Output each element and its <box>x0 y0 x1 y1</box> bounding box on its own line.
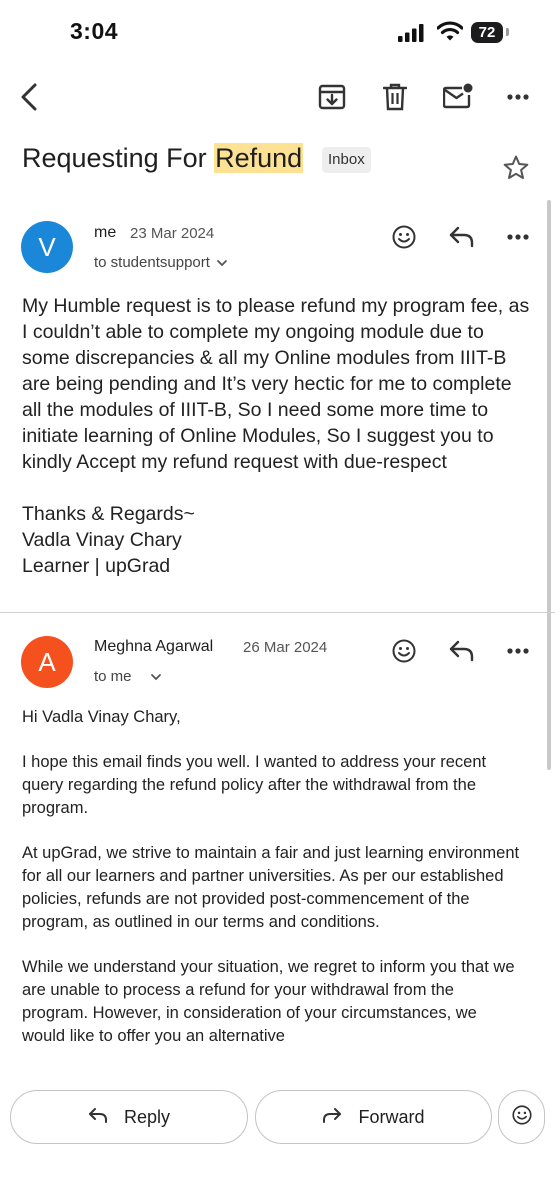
chevron-down-icon <box>150 668 162 686</box>
message-date: 23 Mar 2024 <box>130 225 215 242</box>
email-subject: Requesting For Refund <box>22 143 304 174</box>
avatar[interactable]: A <box>21 636 73 688</box>
scrollbar[interactable] <box>547 200 551 770</box>
forward-icon <box>322 1107 342 1128</box>
emoji-icon[interactable] <box>392 225 416 249</box>
battery-cap <box>506 28 509 36</box>
subject-text: Requesting For <box>22 143 215 173</box>
reply-icon[interactable] <box>449 640 475 662</box>
reply-label: Reply <box>123 1106 171 1127</box>
message-paragraph: I hope this email finds you well. I want… <box>22 753 487 817</box>
archive-icon[interactable] <box>318 84 346 110</box>
recipient-text: to studentsupport <box>94 254 210 272</box>
sender-name: me <box>94 224 117 241</box>
status-time: 3:04 <box>70 18 119 44</box>
recipient-details[interactable]: to me <box>94 668 162 686</box>
more-icon[interactable] <box>507 648 529 654</box>
chevron-down-icon <box>216 254 228 272</box>
back-icon[interactable] <box>18 83 40 111</box>
star-icon[interactable] <box>503 155 529 180</box>
forward-label: Forward <box>358 1106 425 1127</box>
reply-icon <box>88 1107 108 1128</box>
message-body: My Humble request is to please refund my… <box>22 293 532 579</box>
message-paragraph: While we understand your situation, we r… <box>22 958 515 1045</box>
signal-icon <box>398 24 424 42</box>
signoff-line: Vadla Vinay Chary <box>22 529 182 551</box>
wifi-icon <box>437 21 463 42</box>
battery-indicator: 72 <box>471 22 503 43</box>
sender-name: Meghna Agarwal <box>94 638 214 655</box>
message-date: 26 Mar 2024 <box>243 639 328 656</box>
forward-button[interactable]: Forward <box>255 1090 492 1144</box>
emoji-icon <box>511 1104 532 1130</box>
mark-unread-icon[interactable] <box>443 83 473 109</box>
more-icon[interactable] <box>507 94 529 100</box>
message-divider <box>0 612 555 613</box>
message-text: My Humble request is to please refund my… <box>22 295 530 473</box>
inbox-label-chip[interactable]: Inbox <box>322 147 371 173</box>
recipient-text: to me <box>94 668 132 686</box>
emoji-icon[interactable] <box>392 639 416 663</box>
subject-highlight: Refund <box>214 143 304 173</box>
more-icon[interactable] <box>507 234 529 240</box>
message-paragraph: At upGrad, we strive to maintain a fair … <box>22 844 520 931</box>
emoji-reaction-button[interactable] <box>498 1090 545 1144</box>
recipient-details[interactable]: to studentsupport <box>94 254 228 272</box>
message-paragraph: Hi Vadla Vinay Chary, <box>22 708 181 726</box>
avatar[interactable]: V <box>21 221 73 273</box>
delete-icon[interactable] <box>383 83 407 111</box>
signoff-line: Thanks & Regards~ <box>22 503 195 525</box>
message-body: Hi Vadla Vinay Chary, I hope this email … <box>22 706 522 1070</box>
reply-button[interactable]: Reply <box>10 1090 248 1144</box>
signoff-line: Learner | upGrad <box>22 555 171 577</box>
reply-icon[interactable] <box>449 226 475 248</box>
